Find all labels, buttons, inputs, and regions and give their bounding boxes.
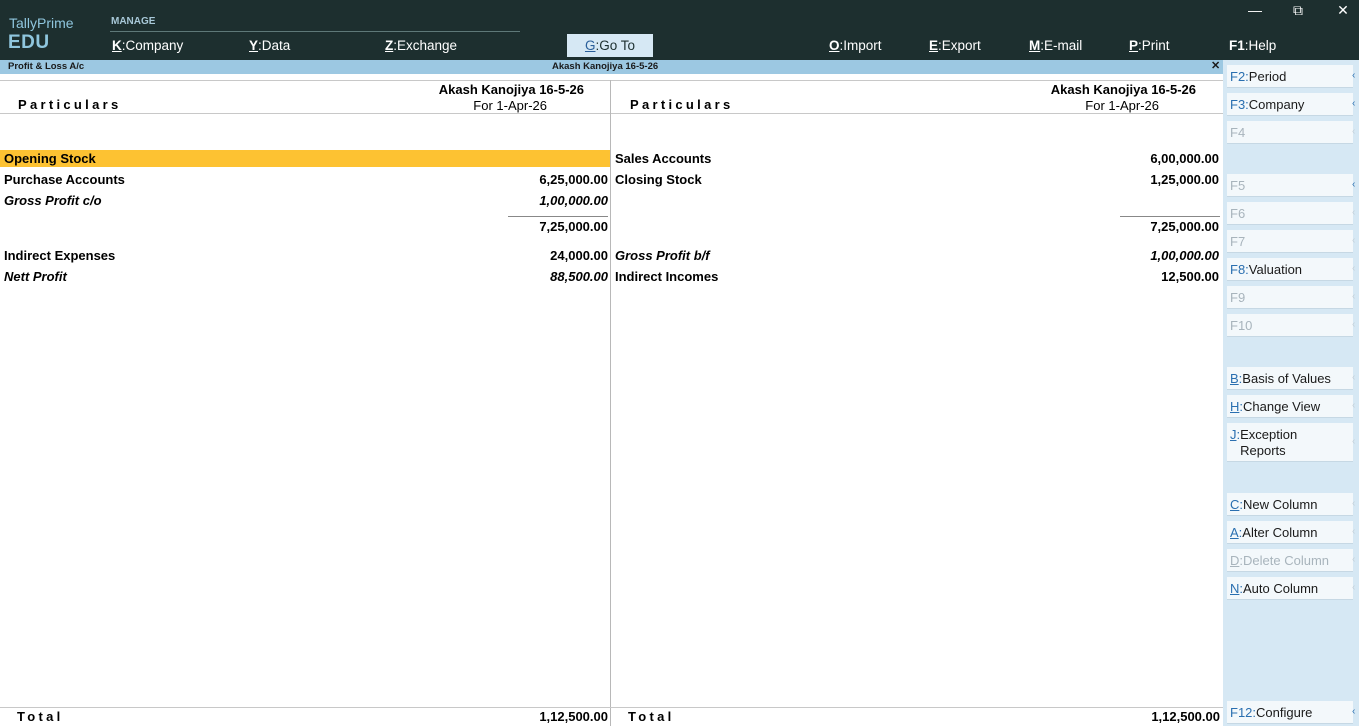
goto-button[interactable]: G:Go To [567, 34, 653, 57]
right-subtotal-rule [1120, 216, 1220, 217]
header-bottom-rule [0, 113, 1223, 114]
close-report-icon[interactable]: ✕ [1211, 59, 1220, 72]
right-total-label: Total [628, 709, 675, 724]
chevron-left-icon: ‹ [1352, 70, 1356, 81]
chevron-left-icon: ‹ [1352, 554, 1356, 565]
row-purchase-accounts[interactable]: Purchase Accounts 6,25,000.00 [0, 171, 610, 188]
menu-export[interactable]: E:Export [929, 38, 981, 53]
alter-column-button[interactable]: A:Alter Column [1227, 521, 1353, 544]
row-left-subtotal: 7,25,000.00 [539, 219, 608, 234]
chevron-left-icon: ‹ [1352, 126, 1356, 137]
chevron-left-icon: ‹ [1352, 436, 1356, 447]
menu-exchange[interactable]: Z:Exchange [385, 38, 457, 53]
change-view-button[interactable]: H:Change View [1227, 395, 1353, 418]
f9-button[interactable]: F9 [1227, 286, 1353, 309]
menu-email[interactable]: M:E-mail [1029, 38, 1082, 53]
app-edition-label: EDU [8, 32, 50, 53]
auto-column-button[interactable]: N:Auto Column [1227, 577, 1353, 600]
row-closing-stock[interactable]: Closing Stock 1,25,000.00 [611, 171, 1221, 188]
left-particulars-heading: Particulars [18, 97, 122, 112]
exception-reports-button[interactable]: J:Exception Reports [1227, 423, 1353, 462]
f6-button[interactable]: F6 [1227, 202, 1353, 225]
left-company-heading: Akash Kanojiya 16-5-26 [438, 82, 584, 97]
left-period-heading: For 1-Apr-26 [473, 98, 547, 113]
company-button[interactable]: F3:Company [1227, 93, 1353, 116]
row-nett-profit[interactable]: Nett Profit 88,500.00 [0, 268, 610, 285]
right-period-heading: For 1-Apr-26 [1085, 98, 1159, 113]
chevron-left-icon: ‹ [1352, 582, 1356, 593]
minimize-icon[interactable]: — [1244, 2, 1266, 18]
menu-import[interactable]: O:Import [829, 38, 882, 53]
chevron-left-icon: ‹ [1352, 179, 1356, 190]
chevron-left-icon: ‹ [1352, 207, 1356, 218]
f4-button[interactable]: F4 [1227, 121, 1353, 144]
manage-divider [110, 31, 520, 32]
chevron-left-icon: ‹ [1352, 372, 1356, 383]
f5-button[interactable]: F5 [1227, 174, 1353, 197]
button-bar: F2:Period F3:Company F4 F5 F6 F7 F8:Valu… [1223, 60, 1359, 726]
manage-section-label: MANAGE [111, 16, 156, 27]
footer-rule [0, 707, 1223, 708]
company-name-title: Akash Kanojiya 16-5-26 [552, 61, 659, 72]
report-title-strip: Profit & Loss A/c Akash Kanojiya 16-5-26… [0, 60, 1223, 74]
left-subtotal-rule [508, 216, 608, 217]
chevron-left-icon: ‹ [1352, 235, 1356, 246]
header-top-rule [0, 80, 1223, 81]
row-sales-accounts[interactable]: Sales Accounts 6,00,000.00 [611, 150, 1221, 167]
report-name: Profit & Loss A/c [8, 61, 85, 72]
top-bar: TallyPrime EDU MANAGE K:Company Y:Data Z… [0, 0, 1359, 60]
row-indirect-expenses[interactable]: Indirect Expenses 24,000.00 [0, 247, 610, 264]
chevron-left-icon: ‹ [1352, 98, 1356, 109]
row-right-subtotal: 7,25,000.00 [1150, 219, 1219, 234]
row-indirect-incomes[interactable]: Indirect Incomes 12,500.00 [611, 268, 1221, 285]
chevron-left-icon: ‹ [1352, 526, 1356, 537]
left-total-amount: 1,12,500.00 [539, 709, 608, 724]
menu-help[interactable]: F1:Help [1229, 38, 1276, 53]
row-opening-stock[interactable]: Opening Stock [0, 150, 610, 167]
right-particulars-heading: Particulars [630, 97, 734, 112]
chevron-left-icon: ‹ [1352, 400, 1356, 411]
configure-button[interactable]: F12:Configure [1227, 701, 1353, 724]
right-total-amount: 1,12,500.00 [1151, 709, 1220, 724]
valuation-button[interactable]: F8:Valuation [1227, 258, 1353, 281]
right-company-heading: Akash Kanojiya 16-5-26 [1050, 82, 1196, 97]
menu-company[interactable]: K:Company [112, 38, 183, 53]
chevron-left-icon: ‹ [1352, 319, 1356, 330]
f7-button[interactable]: F7 [1227, 230, 1353, 253]
row-gross-profit-co[interactable]: Gross Profit c/o 1,00,000.00 [0, 192, 610, 209]
chevron-left-icon: ‹ [1352, 263, 1356, 274]
chevron-left-icon: ‹ [1352, 498, 1356, 509]
left-total-label: Total [17, 709, 64, 724]
delete-column-button[interactable]: D:Delete Column [1227, 549, 1353, 572]
restore-icon[interactable]: ⧉ [1287, 2, 1309, 19]
f10-button[interactable]: F10 [1227, 314, 1353, 337]
chevron-left-icon: ‹ [1352, 706, 1356, 717]
close-window-icon[interactable]: ✕ [1332, 2, 1354, 19]
menu-data[interactable]: Y:Data [249, 38, 290, 53]
new-column-button[interactable]: C:New Column [1227, 493, 1353, 516]
menu-print[interactable]: P:Print [1129, 38, 1170, 53]
profit-loss-report: Particulars Akash Kanojiya 16-5-26 For 1… [0, 74, 1223, 726]
chevron-left-icon: ‹ [1352, 291, 1356, 302]
row-gross-profit-bf[interactable]: Gross Profit b/f 1,00,000.00 [611, 247, 1221, 264]
app-brand-name: TallyPrime [9, 15, 74, 31]
period-button[interactable]: F2:Period [1227, 65, 1353, 88]
basis-of-values-button[interactable]: B:Basis of Values [1227, 367, 1353, 390]
